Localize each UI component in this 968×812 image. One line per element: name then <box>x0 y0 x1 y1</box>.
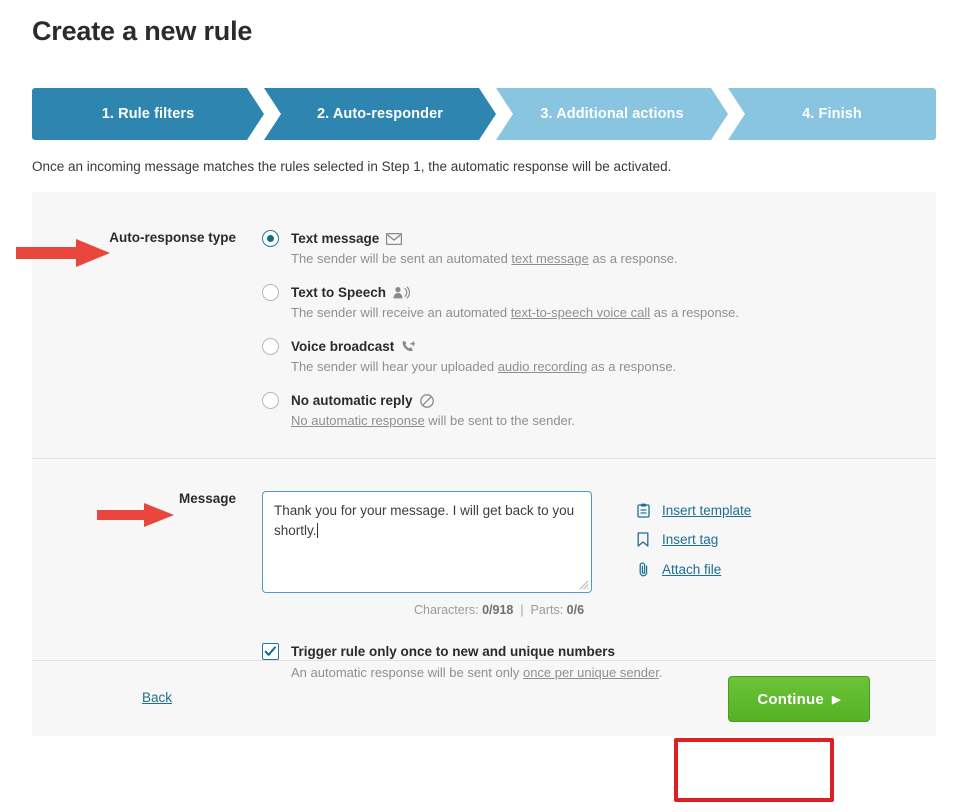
radio-option-voice-broadcast[interactable]: Voice broadcast The sender will hear you… <box>262 338 739 374</box>
radio-desc-before: The sender will hear your uploaded <box>291 359 498 374</box>
back-link[interactable]: Back <box>142 690 172 705</box>
radio-desc-voice-broadcast: The sender will hear your uploaded audio… <box>291 359 739 374</box>
radio-desc-after: as a response. <box>588 251 678 266</box>
clipboard-icon <box>634 503 652 518</box>
radio-desc-after: as a response. <box>587 359 677 374</box>
wizard-step-additional-actions[interactable]: 3. Additional actions <box>496 88 728 140</box>
annotation-highlight-continue <box>674 738 834 802</box>
intro-text: Once an incoming message matches the rul… <box>32 159 672 174</box>
radio-button-text-message[interactable] <box>262 230 279 247</box>
form-footer: Back Continue ▶ <box>32 660 936 736</box>
radio-desc-before: The sender will receive an automated <box>291 305 511 320</box>
insert-template-link[interactable]: Insert template <box>634 503 751 518</box>
radio-option-text-to-speech[interactable]: Text to Speech The sender will receive a… <box>262 284 739 320</box>
checkmark-icon <box>264 646 276 656</box>
trigger-once-label: Trigger rule only once to new and unique… <box>291 644 616 659</box>
radio-desc-text-message: The sender will be sent an automated tex… <box>291 251 739 266</box>
radio-option-text-message[interactable]: Text message The sender will be sent an … <box>262 230 739 266</box>
radio-desc-link[interactable]: text message <box>511 251 588 266</box>
text-cursor <box>316 523 318 538</box>
wizard-steps: 1. Rule filters 2. Auto-responder 3. Add… <box>32 88 936 140</box>
wizard-step-label: 3. Additional actions <box>540 106 684 122</box>
character-counter: Characters: 0/918 | Parts: 0/6 <box>262 603 936 617</box>
phone-broadcast-icon <box>401 340 417 354</box>
radio-label-no-automatic-reply: No automatic reply <box>291 393 413 408</box>
radio-button-text-to-speech[interactable] <box>262 284 279 301</box>
wizard-step-finish[interactable]: 4. Finish <box>728 88 936 140</box>
attach-file-link[interactable]: Attach file <box>634 561 751 577</box>
radio-label-text-to-speech: Text to Speech <box>291 285 387 300</box>
page-title: Create a new rule <box>32 16 253 46</box>
continue-button[interactable]: Continue ▶ <box>728 676 870 722</box>
radio-button-no-automatic-reply[interactable] <box>262 392 279 409</box>
radio-desc-after: will be sent to the sender. <box>424 413 575 428</box>
no-entry-icon <box>419 393 434 408</box>
envelope-icon <box>386 232 403 245</box>
insert-template-label: Insert template <box>662 503 752 518</box>
auto-response-type-section: Auto-response type Text message The send… <box>32 192 936 458</box>
arrow-right-icon: ▶ <box>831 693 841 706</box>
auto-response-type-label: Auto-response type <box>109 230 236 245</box>
continue-button-label: Continue <box>757 690 824 708</box>
radio-label-text-message: Text message <box>291 231 380 246</box>
message-textarea-value: Thank you for your message. I will get b… <box>274 503 575 538</box>
message-label: Message <box>178 491 236 506</box>
wizard-step-label: 4. Finish <box>802 106 862 122</box>
wizard-step-auto-responder[interactable]: 2. Auto-responder <box>264 88 496 140</box>
parts-label: Parts: <box>530 603 564 617</box>
radio-desc-link[interactable]: audio recording <box>498 359 588 374</box>
message-textarea[interactable]: Thank you for your message. I will get b… <box>262 491 592 593</box>
radio-desc-link[interactable]: No automatic response <box>291 413 425 428</box>
radio-label-voice-broadcast: Voice broadcast <box>291 339 395 354</box>
message-actions: Insert template Insert tag Attach file <box>634 491 751 577</box>
parts-value: 0/6 <box>566 603 585 617</box>
bookmark-icon <box>634 532 652 547</box>
wizard-step-label: 1. Rule filters <box>101 106 195 122</box>
paperclip-icon <box>634 561 652 577</box>
radio-desc-text-to-speech: The sender will receive an automated tex… <box>291 305 739 320</box>
characters-label: Characters: <box>414 603 479 617</box>
radio-desc-before: The sender will be sent an automated <box>291 251 512 266</box>
auto-response-type-radio-group: Text message The sender will be sent an … <box>262 230 739 458</box>
characters-value: 0/918 <box>482 603 514 617</box>
radio-desc-after: as a response. <box>650 305 740 320</box>
radio-button-voice-broadcast[interactable] <box>262 338 279 355</box>
insert-tag-link[interactable]: Insert tag <box>634 532 751 547</box>
auto-responder-form-panel: Auto-response type Text message The send… <box>32 192 936 736</box>
person-speaking-icon <box>393 286 411 299</box>
attach-file-label: Attach file <box>662 561 722 577</box>
counter-separator: | <box>520 603 524 617</box>
radio-desc-no-automatic-reply: No automatic response will be sent to th… <box>291 413 739 428</box>
insert-tag-label: Insert tag <box>662 532 719 547</box>
resize-grip-icon[interactable] <box>579 580 589 590</box>
wizard-step-label: 2. Auto-responder <box>316 106 444 122</box>
trigger-once-checkbox[interactable] <box>262 643 279 660</box>
wizard-step-rule-filters[interactable]: 1. Rule filters <box>32 88 264 140</box>
radio-option-no-automatic-reply[interactable]: No automatic reply No automatic response… <box>262 392 739 428</box>
radio-desc-link[interactable]: text-to-speech voice call <box>511 305 650 320</box>
